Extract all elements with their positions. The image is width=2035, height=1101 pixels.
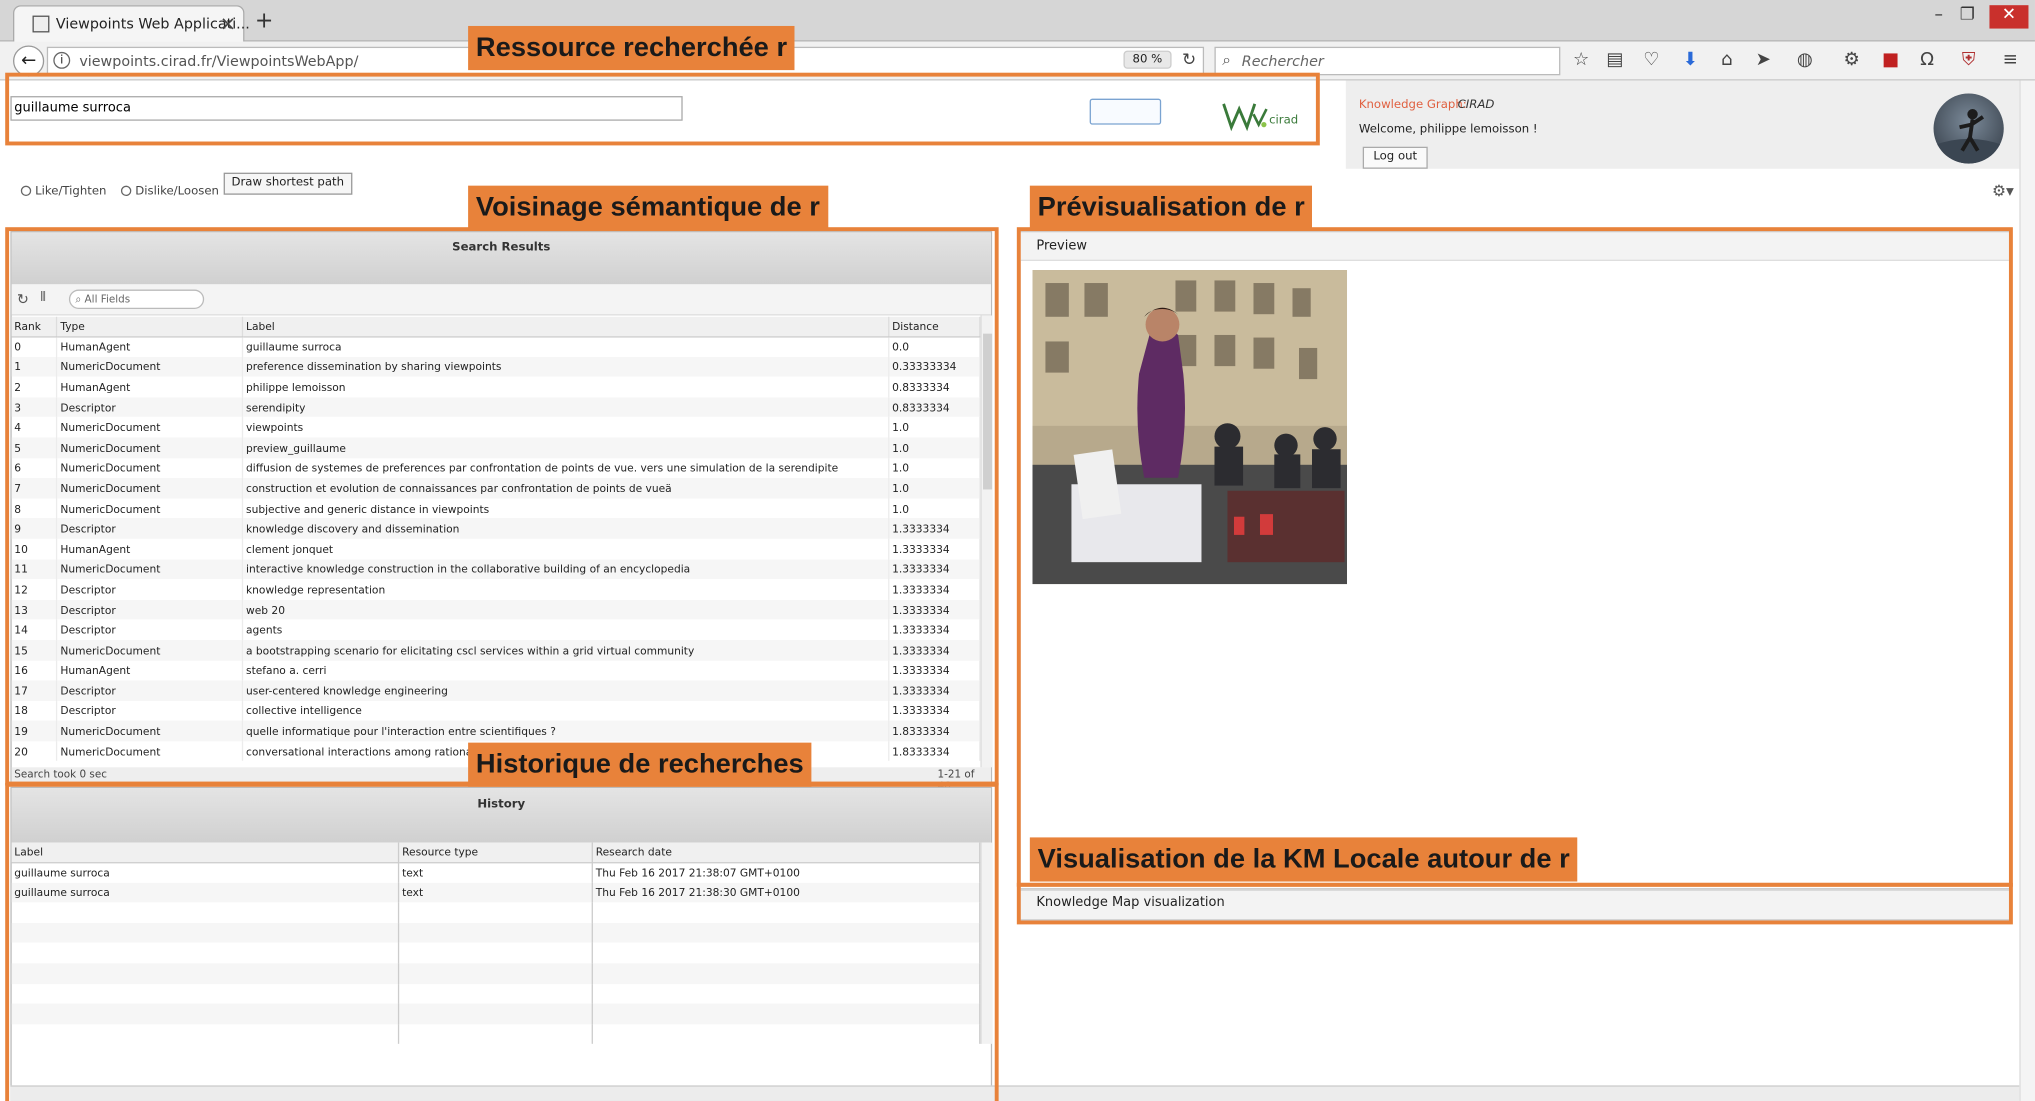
extension-red-icon[interactable]: ■ bbox=[1878, 49, 1904, 72]
dislike-label: Dislike/Loosen bbox=[135, 185, 219, 199]
restore-icon[interactable]: ❐ bbox=[1953, 5, 1982, 28]
search-icon: ⌕ bbox=[1222, 50, 1232, 69]
browser-tab[interactable]: Viewpoints Web Applicati... × bbox=[13, 5, 250, 42]
search-placeholder: Rechercher bbox=[1241, 53, 1324, 71]
welcome-text: Welcome, philippe lemoisson ! bbox=[1358, 123, 1538, 137]
annotation-label-history: Historique de recherches bbox=[468, 742, 812, 787]
radio-circle-icon bbox=[120, 185, 132, 197]
annotation-box-history bbox=[5, 782, 999, 1101]
like-tighten-radio[interactable]: Like/Tighten bbox=[20, 185, 107, 199]
annotation-box-neighbourhood bbox=[5, 227, 999, 786]
home-icon[interactable]: ⌂ bbox=[1714, 49, 1740, 72]
knowledge-graph-label: Knowledge Graph: bbox=[1358, 98, 1467, 112]
avatar-figure-icon bbox=[1933, 109, 2004, 164]
annotation-box-preview bbox=[1016, 227, 2013, 887]
send-icon[interactable]: ➤ bbox=[1750, 49, 1776, 72]
reload-icon[interactable]: ↻ bbox=[1182, 51, 1196, 70]
zoom-indicator[interactable]: 80 % bbox=[1123, 50, 1172, 69]
page-vertical-scrollbar[interactable] bbox=[2019, 80, 2035, 1101]
window-close-icon[interactable]: ✕ bbox=[1989, 5, 2029, 29]
menu-icon[interactable]: ≡ bbox=[1997, 49, 2023, 72]
browser-tab-bar: Viewpoints Web Applicati... × + – ❐ ✕ bbox=[0, 0, 2035, 42]
avatar bbox=[1933, 93, 2004, 164]
annotation-label-km: Visualisation de la KM Locale autour de … bbox=[1029, 837, 1578, 882]
draw-shortest-path-button[interactable]: Draw shortest path bbox=[223, 172, 352, 195]
annotation-label-preview: Prévisualisation de r bbox=[1029, 185, 1313, 230]
annotation-box-resource bbox=[5, 72, 1320, 146]
annotation-label-resource: Ressource recherchée r bbox=[468, 25, 795, 71]
annotation-box-km bbox=[1016, 882, 2013, 925]
minimize-icon[interactable]: – bbox=[1924, 5, 1953, 28]
pocket-icon[interactable]: ♡ bbox=[1638, 49, 1664, 72]
settings-gear-icon[interactable]: ⚙▾ bbox=[1992, 182, 2014, 200]
info-icon[interactable]: i bbox=[53, 51, 71, 69]
extension-omega-icon[interactable]: Ω bbox=[1914, 49, 1940, 72]
extension-gear-icon[interactable]: ⚙ bbox=[1839, 49, 1865, 72]
logout-button[interactable]: Log out bbox=[1362, 146, 1428, 169]
like-label: Like/Tighten bbox=[35, 185, 107, 199]
browser-search-field[interactable]: ⌕ Rechercher bbox=[1214, 46, 1561, 76]
annotation-label-neighbourhood: Voisinage sémantique de r bbox=[468, 185, 828, 230]
reading-list-icon[interactable]: ▤ bbox=[1602, 49, 1628, 72]
favicon-icon bbox=[32, 15, 50, 33]
user-panel: Knowledge Graph: CIRAD Welcome, philippe… bbox=[1345, 80, 2022, 169]
knowledge-graph-name: CIRAD bbox=[1457, 98, 1495, 112]
new-tab-button[interactable]: + bbox=[255, 8, 274, 34]
extension-globe-icon[interactable]: ◍ bbox=[1792, 49, 1818, 72]
radio-circle-icon bbox=[20, 185, 32, 197]
bookmark-star-icon[interactable]: ☆ bbox=[1568, 49, 1594, 72]
extension-shield-icon[interactable]: ⛨ bbox=[1956, 49, 1982, 72]
download-icon[interactable]: ⬇ bbox=[1677, 49, 1703, 72]
graph-toolbar: Like/Tighten Dislike/Loosen Draw shortes… bbox=[0, 169, 2035, 203]
url-text: viewpoints.cirad.fr/ViewpointsWebApp/ bbox=[79, 53, 359, 71]
dislike-loosen-radio[interactable]: Dislike/Loosen bbox=[120, 185, 219, 199]
close-tab-icon[interactable]: × bbox=[220, 12, 236, 35]
